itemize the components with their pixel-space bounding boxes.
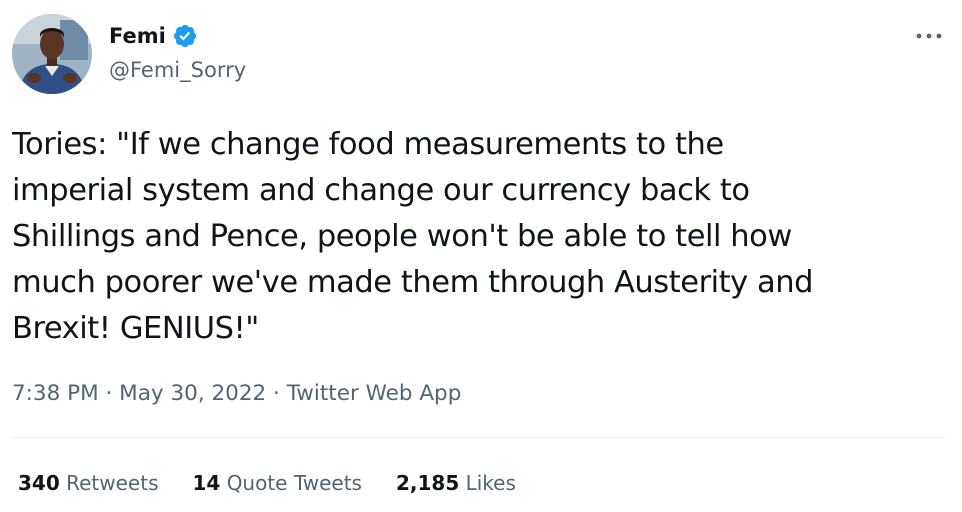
quote-tweets-count: 14 xyxy=(192,471,221,495)
retweets-count: 340 xyxy=(18,471,60,495)
likes-stat[interactable]: 2,185 Likes xyxy=(396,469,516,497)
likes-label: Likes xyxy=(465,471,516,495)
tweet-metadata: 7:38 PM · May 30, 2022 · Twitter Web App xyxy=(12,379,461,409)
tweet-date[interactable]: May 30, 2022 xyxy=(119,381,266,406)
user-name-row[interactable]: Femi xyxy=(109,22,198,50)
meta-separator: · xyxy=(105,381,113,406)
tweet-text: Tories: "If we change food measurements … xyxy=(12,127,814,346)
more-options-button[interactable] xyxy=(914,24,944,48)
display-name[interactable]: Femi xyxy=(109,22,166,50)
tweet-source-link[interactable]: Twitter Web App xyxy=(287,381,462,406)
more-options-icon xyxy=(916,33,942,39)
likes-count: 2,185 xyxy=(395,471,460,495)
quote-tweets-label: Quote Tweets xyxy=(226,471,362,495)
retweets-stat[interactable]: 340 Retweets xyxy=(18,469,158,497)
avatar[interactable] xyxy=(12,14,92,94)
avatar-image xyxy=(12,14,92,94)
user-handle[interactable]: @Femi_Sorry xyxy=(109,56,246,84)
meta-separator: · xyxy=(273,381,280,406)
retweets-label: Retweets xyxy=(66,471,159,495)
tweet-stats: 340 Retweets 14 Quote Tweets 2,185 Likes xyxy=(18,469,516,497)
tweet-time[interactable]: 7:38 PM xyxy=(12,381,99,406)
tweet-card: Femi @Femi_Sorry Tories: "If we change f… xyxy=(0,0,962,512)
verified-badge-icon xyxy=(172,23,198,49)
quote-tweets-stat[interactable]: 14 Quote Tweets xyxy=(192,469,362,497)
divider xyxy=(12,437,946,438)
